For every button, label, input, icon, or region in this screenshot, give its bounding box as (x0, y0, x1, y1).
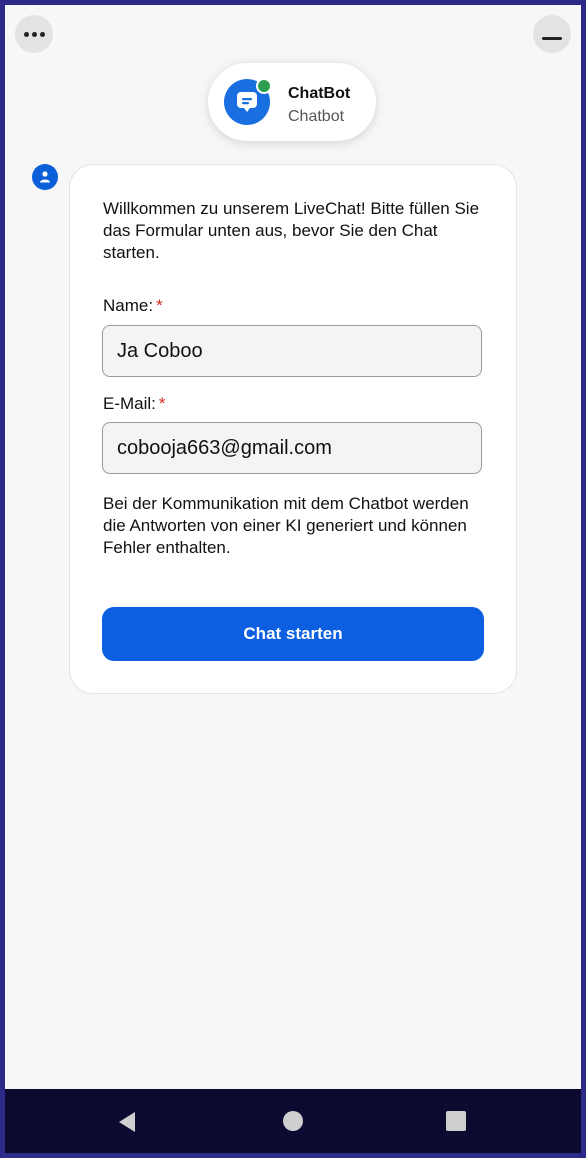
chatbot-subtitle: Chatbot (288, 108, 345, 125)
back-triangle-icon[interactable] (117, 1111, 137, 1133)
minimize-button[interactable] (533, 15, 571, 53)
chatbot-header: ChatBot Chatbot (208, 63, 376, 141)
name-input[interactable] (102, 325, 482, 377)
minimize-icon (542, 36, 562, 40)
required-marker: * (158, 394, 166, 413)
start-chat-button[interactable]: Chat starten (102, 607, 484, 661)
email-input[interactable] (102, 422, 482, 474)
chat-screen: ChatBot Chatbot Willkommen zu unserem Li… (5, 5, 581, 1153)
more-horizontal-icon (23, 31, 45, 37)
email-label: E-Mail: * (103, 394, 166, 413)
welcome-message: Willkommen zu unserem LiveChat! Bitte fü… (103, 199, 480, 262)
online-status-dot (256, 78, 272, 94)
required-marker: * (156, 296, 163, 315)
home-circle-icon[interactable] (283, 1111, 303, 1131)
user-avatar-icon (32, 164, 58, 190)
system-nav-bar (5, 1089, 581, 1153)
prechat-form-card: Willkommen zu unserem LiveChat! Bitte fü… (69, 164, 517, 694)
more-options-button[interactable] (15, 15, 53, 53)
recents-square-icon[interactable] (446, 1111, 466, 1131)
chat-bubble-icon (237, 92, 257, 112)
name-label: Name: * (103, 296, 163, 315)
ai-disclaimer: Bei der Kommunikation mit dem Chatbot we… (103, 494, 469, 557)
chatbot-name: ChatBot (288, 85, 351, 102)
